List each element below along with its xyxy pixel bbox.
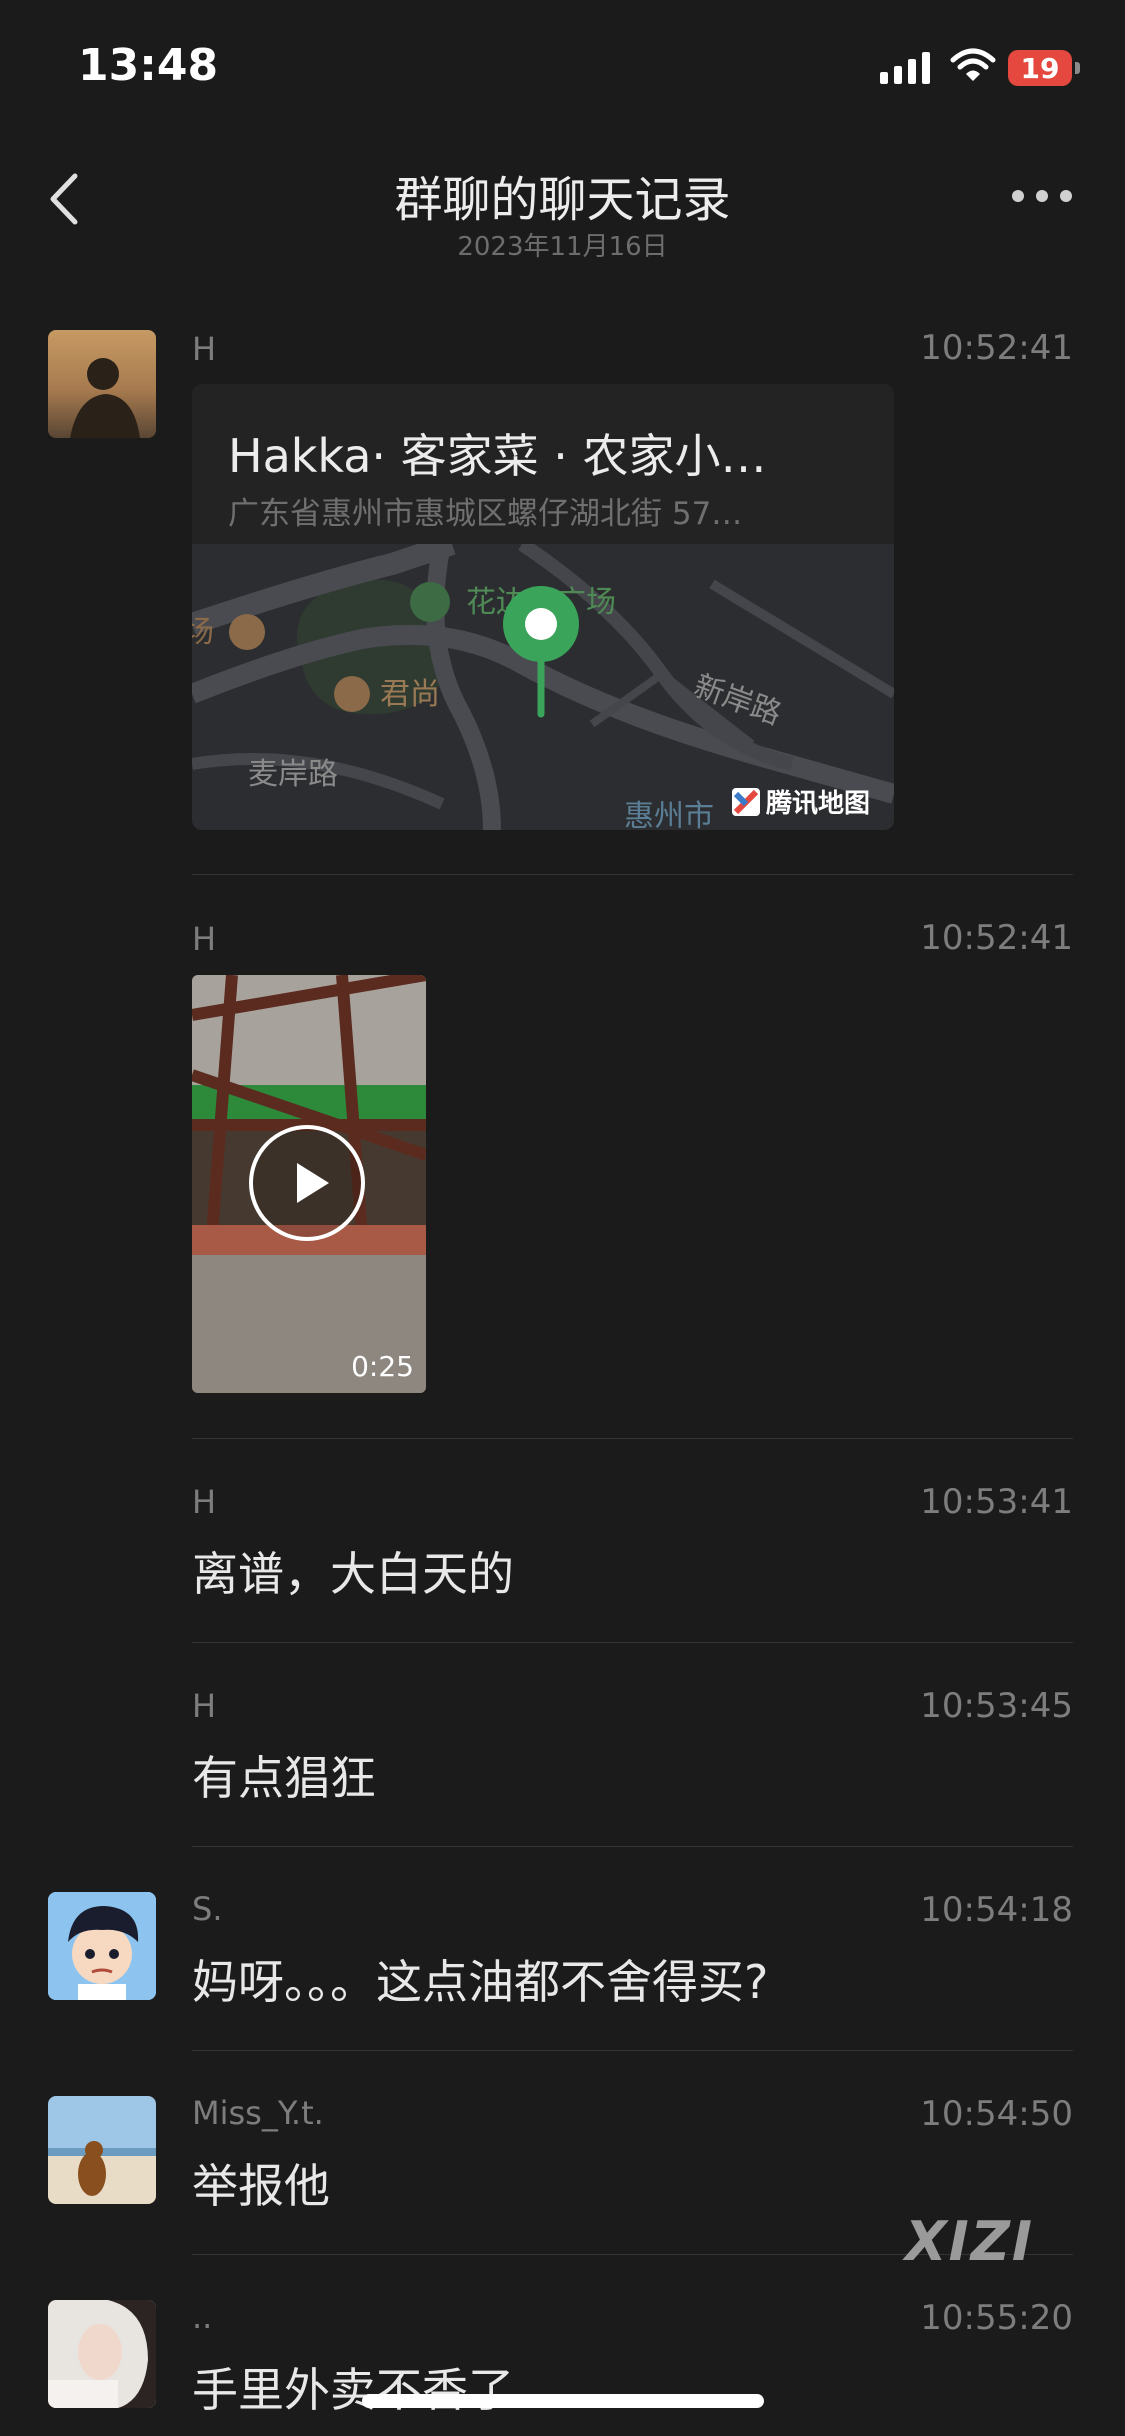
avatar-beach-dog [48, 2096, 156, 2204]
avatar-silhouette [70, 358, 140, 438]
avatar-miss-yt[interactable] [48, 2096, 156, 2204]
message-time: 10:54:18 [920, 1890, 1073, 1930]
message-sender: .. [192, 2298, 213, 2336]
page-subtitle-date: 2023年11月16日 [457, 232, 668, 262]
message-time: 10:54:50 [920, 2094, 1073, 2134]
message-sender: Miss_Y.t. [192, 2094, 324, 2132]
message-time: 10:52:41 [920, 918, 1073, 958]
battery-indicator: 19 [1008, 50, 1072, 86]
message-time: 10:52:41 [920, 328, 1073, 368]
message-sender: H [192, 1687, 217, 1725]
map-label: 君尚 [380, 678, 440, 711]
divider [192, 874, 1073, 875]
map-label: 惠州市 [624, 800, 714, 830]
avatar-girl-photo [48, 2300, 156, 2408]
message-text: 举报他 [192, 2159, 330, 2213]
play-button-icon[interactable] [249, 1125, 365, 1241]
message-time: 10:55:20 [920, 2298, 1073, 2338]
avatar-cartoon-boy [48, 1892, 156, 2000]
divider [192, 1438, 1073, 1439]
svg-text:场: 场 [192, 616, 214, 649]
home-indicator[interactable] [362, 2394, 764, 2408]
status-time: 13:48 [78, 40, 219, 91]
watermark: XIZI [905, 2210, 1034, 2273]
more-options-icon[interactable] [1012, 190, 1072, 206]
divider [192, 1642, 1073, 1643]
divider [192, 2050, 1073, 2051]
avatar-dotdot[interactable] [48, 2300, 156, 2408]
message-text: 手里外卖不香了 [192, 2363, 514, 2417]
cellular-signal-icon [880, 48, 930, 84]
avatar-s[interactable] [48, 1892, 156, 2000]
map-label: 麦岸路 [248, 758, 338, 791]
battery-cap [1075, 62, 1080, 74]
video-duration: 0:25 [351, 1350, 414, 1383]
message-sender: S. [192, 1890, 223, 1928]
wifi-icon [950, 48, 996, 81]
location-address: 广东省惠州市惠城区螺仔湖北街 57… [228, 496, 743, 532]
message-time: 10:53:41 [920, 1482, 1073, 1522]
video-thumbnail[interactable]: 0:25 [192, 975, 426, 1393]
location-name: Hakka· 客家菜 · 农家小… [228, 429, 767, 483]
message-text: 有点猖狂 [192, 1751, 376, 1805]
message-sender: H [192, 920, 217, 958]
message-sender: H [192, 1483, 217, 1521]
message-time: 10:53:45 [920, 1686, 1073, 1726]
map-preview[interactable]: 花边岭广场 场 君尚 新岸路 麦岸路 惠州市 腾讯地图 [192, 544, 894, 830]
page-title: 群聊的聊天记录 [394, 172, 731, 228]
message-text: 妈呀。。。这点油都不舍得买? [192, 1955, 769, 2009]
message-text: 离谱，大白天的 [192, 1547, 514, 1601]
divider [192, 1846, 1073, 1847]
map-attribution: 腾讯地图 [766, 788, 870, 818]
message-sender: H [192, 330, 217, 368]
location-card[interactable]: Hakka· 客家菜 · 农家小… 广东省惠州市惠城区螺仔湖北街 57… 花边岭… [192, 384, 894, 830]
avatar-h[interactable] [48, 330, 156, 438]
